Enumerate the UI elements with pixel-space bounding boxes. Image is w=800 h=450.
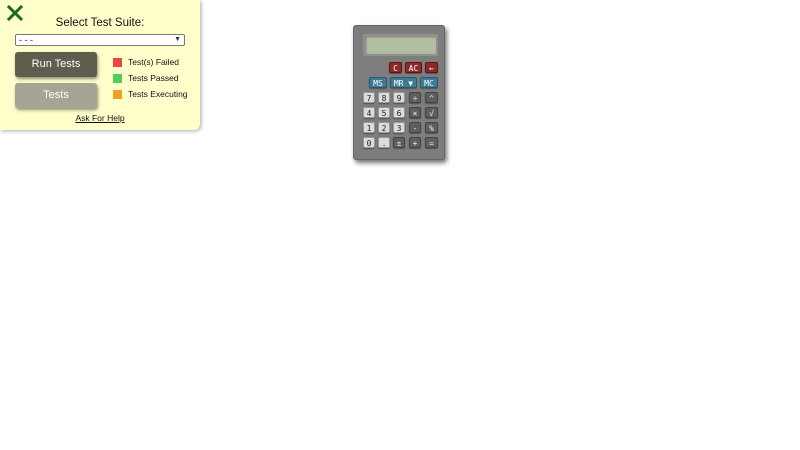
calculator: C AC ← MS MR ▼ MC 7 8 9 ÷ ^ 4 5 6 × √ 1 … [353,25,445,160]
key-8[interactable]: 8 [378,92,390,103]
panel-title: Select Test Suite: [55,17,145,29]
executing-swatch [113,89,122,99]
key-3[interactable]: 3 [393,122,405,133]
tests-button[interactable]: Tests [15,83,97,108]
key-2[interactable]: 2 [378,122,390,133]
legend-passed: Tests Passed [113,73,179,83]
legend-passed-label: Tests Passed [128,73,179,83]
test-suite-select[interactable]: - - - ▼ [15,34,185,46]
test-panel: Select Test Suite: - - - ▼ Run Tests Tes… [0,0,200,130]
backspace-key[interactable]: ← [425,62,438,73]
clear-key[interactable]: C [389,62,402,73]
memory-recall-key[interactable]: MR ▼ [390,77,417,88]
chevron-down-icon: ▼ [174,36,181,43]
failed-swatch [113,57,122,67]
power-key[interactable]: ^ [425,92,438,103]
legend-executing: Tests Executing [113,89,188,99]
percent-key[interactable]: % [425,122,438,133]
key-5[interactable]: 5 [378,107,390,118]
key-0[interactable]: 0 [363,137,375,148]
all-clear-key[interactable]: AC [405,62,422,73]
key-1[interactable]: 1 [363,122,375,133]
minus-key[interactable]: - [409,122,421,133]
decimal-point-key[interactable]: . [378,137,390,148]
ask-for-help-link[interactable]: Ask For Help [0,113,200,123]
memory-clear-key[interactable]: MC [420,77,438,88]
key-7[interactable]: 7 [363,92,375,103]
run-tests-button[interactable]: Run Tests [15,52,97,77]
legend-executing-label: Tests Executing [128,89,188,99]
multiply-key[interactable]: × [409,107,421,118]
calculator-display [363,34,438,56]
equals-key[interactable]: = [425,137,438,148]
plus-minus-key[interactable]: ± [393,137,405,148]
square-root-key[interactable]: √ [425,107,438,118]
legend-failed: Test(s) Failed [113,57,179,67]
legend-failed-label: Test(s) Failed [128,57,180,67]
passed-swatch [113,73,122,83]
test-suite-select-value: - - - [19,35,33,45]
key-4[interactable]: 4 [363,107,375,118]
key-6[interactable]: 6 [393,107,405,118]
memory-store-key[interactable]: MS [369,77,387,88]
key-9[interactable]: 9 [393,92,405,103]
plus-key[interactable]: + [409,137,421,148]
divide-key[interactable]: ÷ [409,92,421,103]
